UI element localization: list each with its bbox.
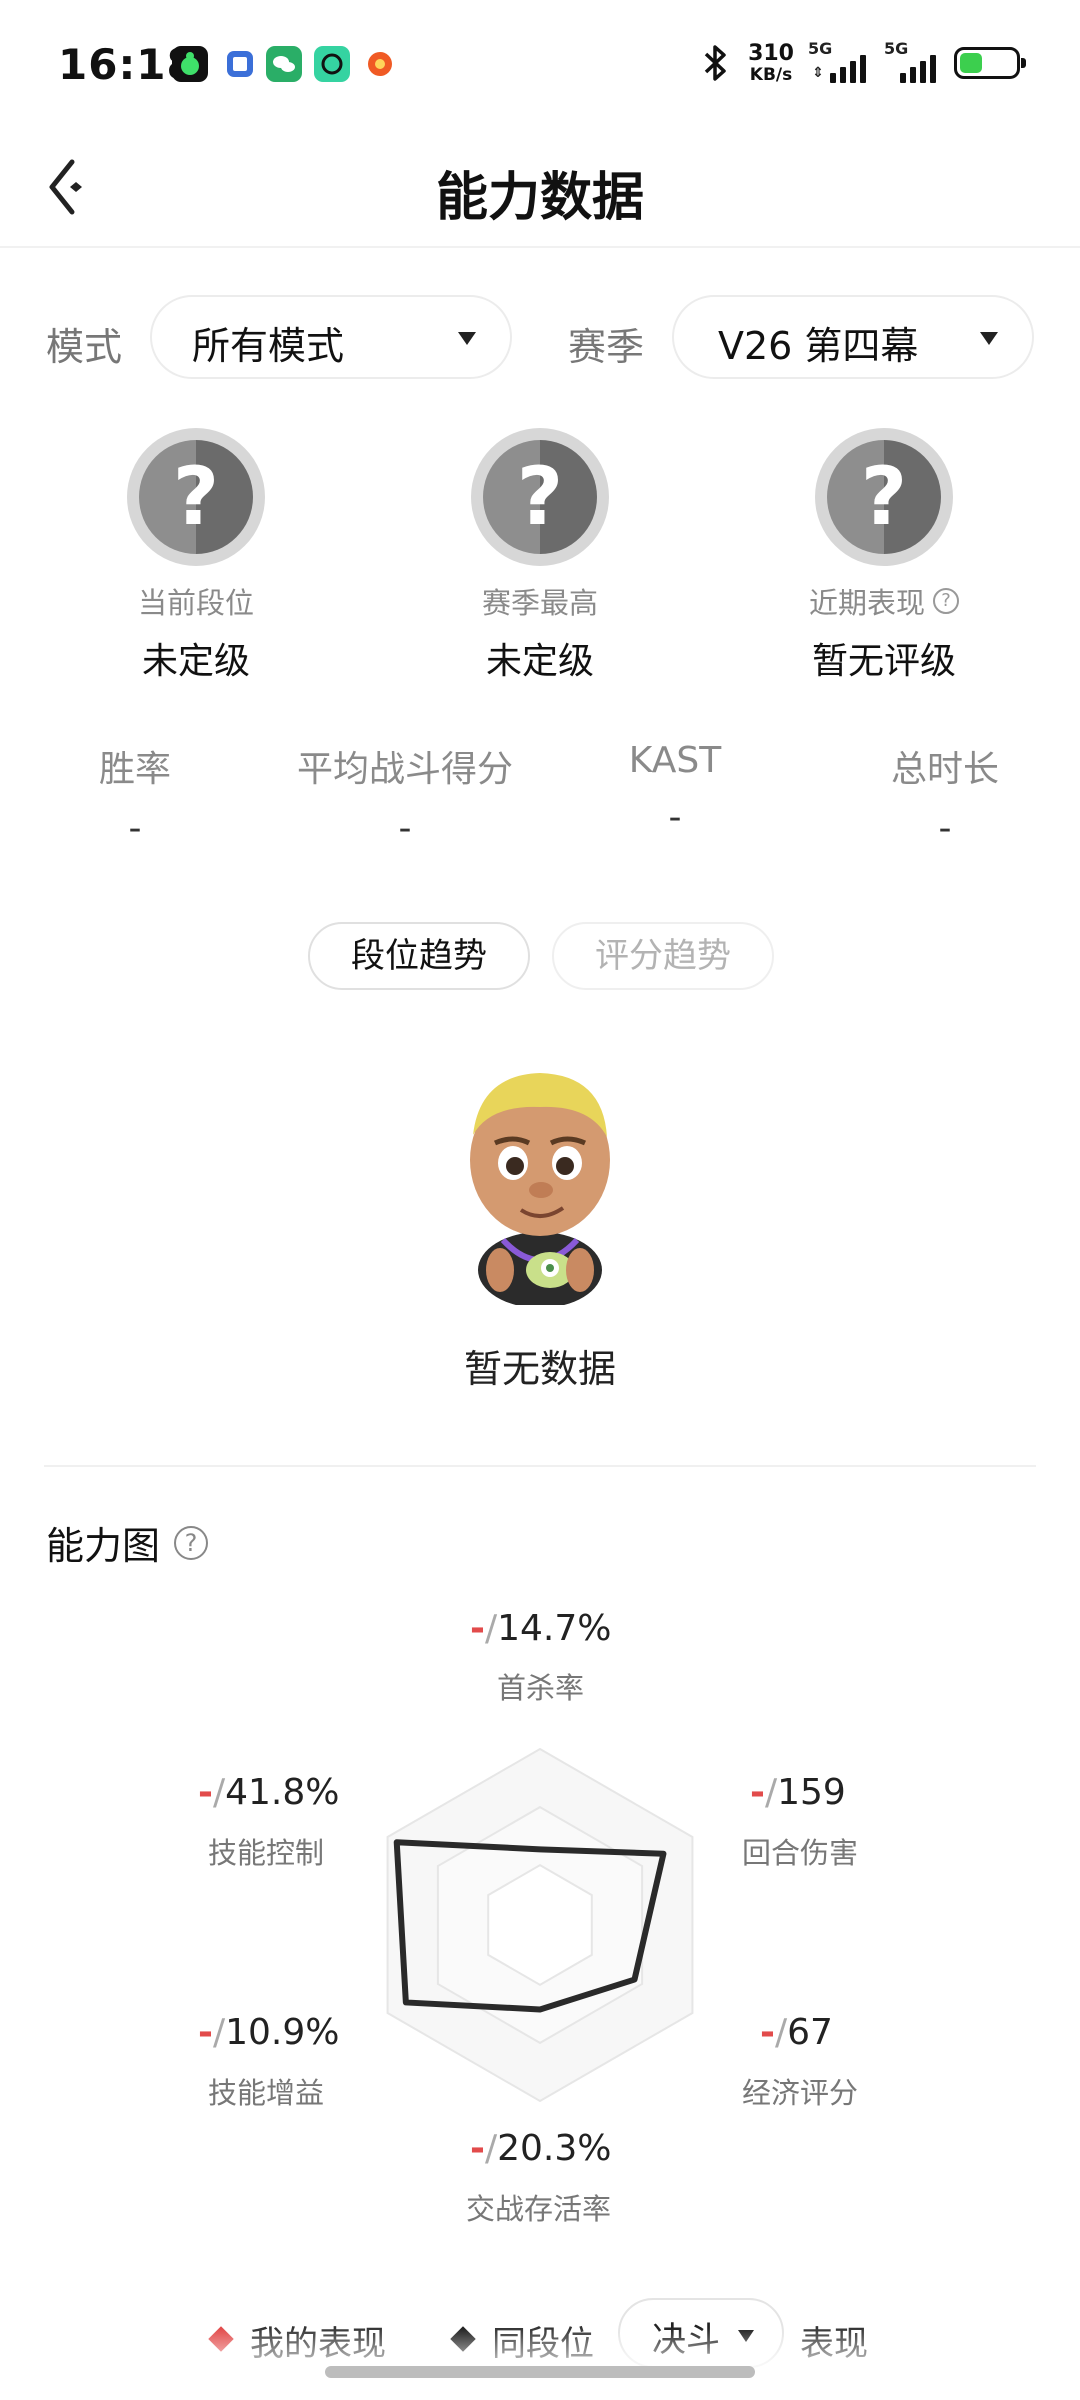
rank-recent[interactable]: ? 近期表现 ? 暂无评级 [764, 428, 1004, 684]
empty-state-text: 暂无数据 [463, 1347, 616, 1391]
radar-axis-value: -/20.3% [470, 2128, 612, 2169]
weibo-icon [362, 46, 398, 82]
rank-value: 未定级 [141, 641, 250, 682]
caret-down-icon [980, 332, 998, 345]
status-right: 310 KB/s 5G ⇕ 5G [698, 38, 1026, 88]
radar-axis-value: -/159 [750, 1772, 846, 1813]
stat-win-rate: 胜率 - [98, 749, 171, 849]
header: 能力数据 [0, 130, 1080, 248]
radar-grid-ring [436, 1805, 644, 2045]
stat-avg-combat-score: 平均战斗得分 - [296, 749, 513, 849]
page-title: 能力数据 [435, 168, 644, 228]
net-speed: 310 KB/s [748, 40, 794, 85]
signal-1-icon: 5G ⇕ [808, 39, 870, 83]
radar-axis-name: 技能控制 [208, 1836, 325, 1870]
rank-value: 暂无评级 [811, 641, 956, 682]
season-value: V26 第四幕 [718, 324, 919, 368]
radar-axis-value: -/10.9% [198, 2012, 340, 2053]
caret-down-icon [458, 332, 476, 345]
mode-value: 所有模式 [192, 324, 345, 368]
rank-label: 当前段位 [137, 586, 254, 620]
unranked-badge-icon: ? [815, 428, 953, 566]
mode-select[interactable]: 所有模式 [150, 295, 512, 379]
rank-season-high[interactable]: ? 赛季最高 未定级 [420, 428, 660, 684]
rank-label: 赛季最高 [481, 586, 598, 620]
radar-axis-name: 技能增益 [208, 2076, 325, 2110]
radar-grid-ring [487, 1864, 593, 1986]
divider [44, 1465, 1036, 1467]
stat-total-time: 总时长 - [890, 749, 999, 849]
bluetooth-icon [704, 45, 726, 81]
tieba-icon [222, 46, 258, 82]
rank-label: 近期表现 ? [764, 580, 1004, 622]
season-label: 赛季 [568, 325, 645, 369]
game-icon [172, 46, 208, 82]
radar-axis-value: -/41.8% [198, 1772, 340, 1813]
radar-grid [386, 1747, 694, 2103]
unranked-badge-icon: ? [471, 428, 609, 566]
home-indicator[interactable] [325, 2366, 755, 2378]
unranked-badge-icon: ? [127, 428, 265, 566]
rank-current[interactable]: ? 当前段位 未定级 [76, 428, 316, 684]
bottom-fade [0, 2328, 1080, 2400]
season-select[interactable]: V26 第四幕 [672, 295, 1034, 379]
help-icon[interactable]: ? [174, 1525, 209, 1560]
help-icon[interactable]: ? [933, 588, 959, 614]
signal-2-icon: 5G [884, 39, 940, 83]
mode-label: 模式 [46, 325, 123, 369]
radar-axis-value: -/67 [760, 2012, 833, 2053]
camera-app-icon [314, 46, 350, 82]
tab-rank-trend[interactable]: 段位趋势 [308, 922, 530, 990]
ability-section-title: 能力图 ? [46, 1515, 209, 1570]
agent-avatar-icon [470, 1073, 610, 1305]
radar-axis-name: 经济评分 [742, 2076, 859, 2110]
radar-axis-name: 交战存活率 [466, 2192, 612, 2226]
radar-grid-ring [386, 1747, 694, 2103]
tab-score-trend[interactable]: 评分趋势 [552, 922, 774, 990]
radar-axis-name: 回合伤害 [742, 1836, 859, 1870]
battery-icon [954, 47, 1026, 79]
ref-performance-polygon [393, 1839, 667, 2013]
status-bar: 16:18 310 KB/s 5G ⇕ 5G [0, 0, 1080, 130]
rank-value: 未定级 [485, 641, 594, 682]
radar-axis-name: 首杀率 [497, 1671, 585, 1705]
stat-kast: KAST - [628, 740, 722, 838]
wechat-icon [266, 46, 302, 82]
radar-axis-value: -/14.7% [470, 1608, 612, 1649]
